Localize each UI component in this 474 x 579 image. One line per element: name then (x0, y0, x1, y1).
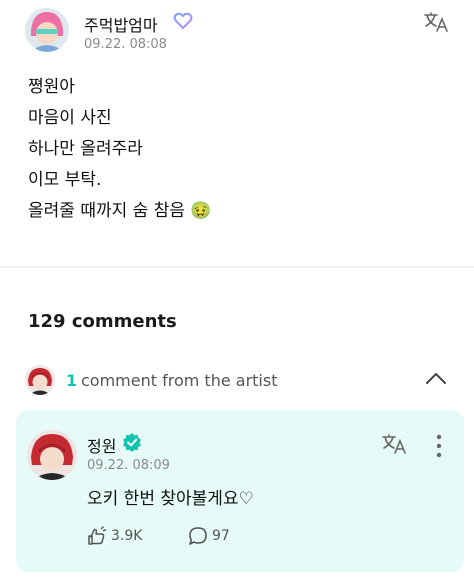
author-name[interactable]: 주먹밥엄마 (84, 12, 158, 36)
post-date: 09.22. 08:08 (84, 37, 167, 52)
artist-comment-date: 09.22. 08:09 (87, 458, 170, 473)
post-body: 쪙원아 마음이 사진 하나만 올려주라 이모 부탁. 올려줄 때까지 숨 참음 … (28, 72, 448, 227)
like-icon[interactable] (87, 526, 107, 546)
artist-comment-label: comment from the artist (81, 371, 278, 390)
post-header: 주먹밥엄마 09.22. 08:08 (25, 8, 455, 56)
author-avatar[interactable] (25, 8, 69, 52)
verified-heart-icon (173, 11, 193, 31)
artist-comment-card: 정원 09.22. 08:09 오키 한번 찾아볼게요♡ 3.9K 97 (16, 410, 464, 572)
reply-count: 97 (212, 528, 230, 544)
translate-icon[interactable] (423, 10, 451, 34)
more-icon[interactable] (436, 434, 442, 458)
artist-comment-text: 오키 한번 찾아볼게요♡ (87, 489, 254, 509)
post-line: 쪙원아 (28, 77, 75, 97)
artist-name[interactable]: 정원 (87, 433, 116, 457)
section-divider (0, 266, 474, 268)
post-line: 마음이 사진 (28, 108, 112, 128)
artist-mini-avatar (25, 365, 55, 395)
artist-comment-count: 1 (66, 371, 78, 390)
comments-count: 129 comments (28, 311, 177, 332)
like-count: 3.9K (111, 528, 143, 544)
chevron-up-icon[interactable] (425, 370, 447, 388)
nauseated-face-emoji: 🤢 (190, 201, 212, 221)
post-line: 하나만 올려주라 (28, 139, 143, 159)
translate-icon[interactable] (381, 432, 409, 456)
post-line: 이모 부탁. (28, 170, 102, 190)
verified-badge-icon (122, 432, 142, 452)
reply-icon[interactable] (188, 526, 208, 546)
artist-comment-toggle[interactable]: 1 comment from the artist (25, 364, 455, 398)
post-line-text: 올려줄 때까지 숨 참음 (28, 201, 185, 221)
post-line: 올려줄 때까지 숨 참음 🤢 (28, 196, 448, 227)
artist-avatar[interactable] (27, 430, 77, 480)
